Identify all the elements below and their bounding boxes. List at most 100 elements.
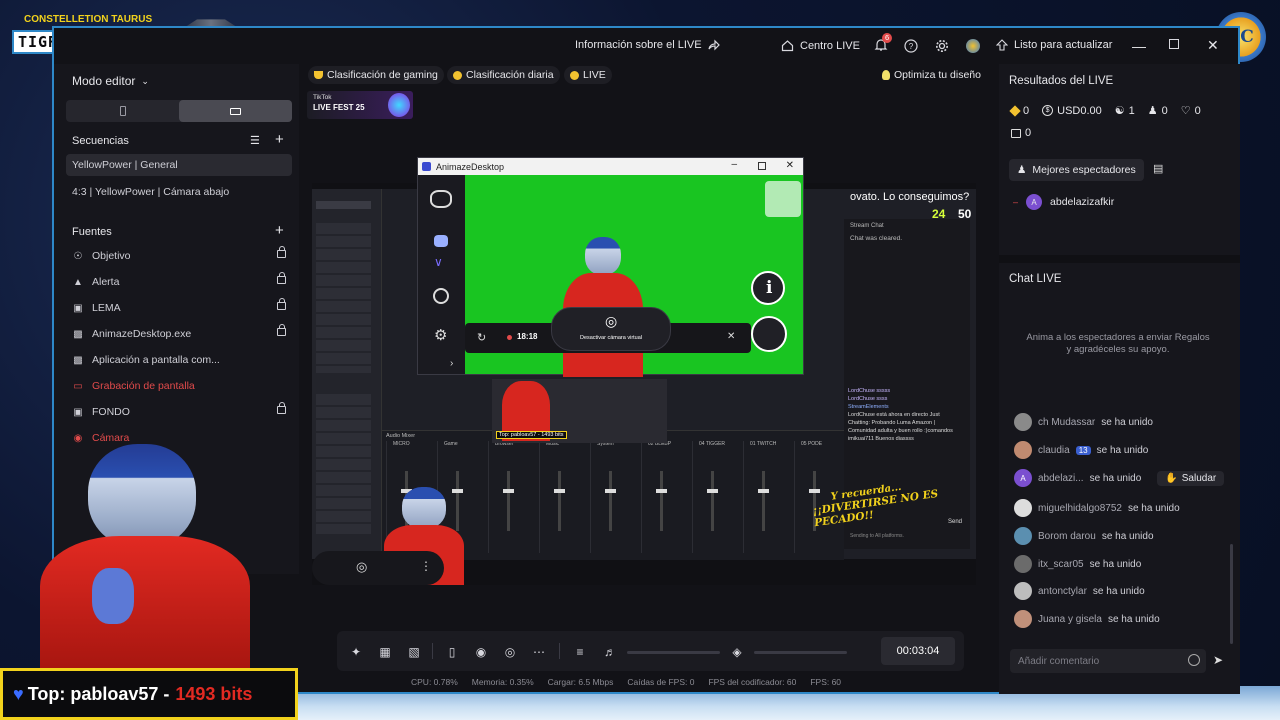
- lock-icon[interactable]: [277, 272, 286, 284]
- scene-item[interactable]: 4:3 | YellowPower | Cámara abajo: [66, 181, 292, 203]
- cat-mask-icon[interactable]: [434, 235, 448, 247]
- magic-wand-icon[interactable]: ✦: [349, 645, 363, 659]
- animaze-minimize-icon[interactable]: –: [731, 159, 737, 170]
- record-icon[interactable]: ◉: [474, 645, 488, 659]
- portrait-toggle[interactable]: [66, 100, 179, 122]
- source-item[interactable]: ▲ Alerta: [72, 272, 292, 292]
- mic-slider[interactable]: [754, 651, 847, 654]
- top-viewer-row[interactable]: – A abdelazizafkir: [1013, 194, 1114, 210]
- join-row[interactable]: Borom darou se ha unido: [1014, 526, 1154, 546]
- user-avatar: [1014, 582, 1032, 600]
- captured-chat-line: LordChuse ssss: [848, 396, 888, 402]
- chevron-right-icon[interactable]: ›: [450, 358, 453, 369]
- join-suffix: se ha unido: [1101, 530, 1154, 542]
- emoji-icon[interactable]: [1188, 654, 1200, 666]
- layout-icon[interactable]: ▧: [407, 645, 421, 659]
- join-username[interactable]: abdelazi...: [1038, 473, 1084, 484]
- profile-avatar[interactable]: [966, 39, 980, 53]
- avatar-mode-icon[interactable]: [751, 316, 787, 352]
- live-info-link[interactable]: Información sobre el LIVE: [575, 39, 720, 51]
- minimize-button[interactable]: —: [1132, 38, 1146, 54]
- lock-icon[interactable]: [277, 246, 286, 258]
- update-label: Listo para actualizar: [1014, 39, 1113, 51]
- join-suffix: se ha unido: [1107, 613, 1160, 625]
- add-source-icon[interactable]: +: [275, 222, 284, 239]
- sliders-icon[interactable]: ≡: [573, 645, 587, 659]
- animaze-maximize-icon[interactable]: [758, 162, 766, 170]
- settings-icon[interactable]: ⚙: [434, 326, 447, 344]
- mixer-fader-knob: [554, 489, 565, 493]
- list-icon[interactable]: ▤: [1153, 162, 1163, 175]
- join-row[interactable]: Juana y gisela se ha unido: [1014, 609, 1160, 629]
- speaker-icon[interactable]: ♬: [603, 645, 617, 659]
- join-row[interactable]: miguelhidalgo8752 se ha unido: [1014, 498, 1180, 518]
- scene-item[interactable]: YellowPower | General: [66, 154, 292, 176]
- join-row[interactable]: Aabdelazi... se ha unido ✋ Saludar: [1014, 468, 1225, 488]
- top-viewer-avatar: A: [1026, 194, 1043, 210]
- join-username[interactable]: claudia: [1038, 445, 1070, 456]
- captured-chat-line: LordChuse está ahora en directo Just Cha…: [848, 412, 953, 434]
- promo-event: LIVE FEST 25: [313, 103, 365, 112]
- greet-button[interactable]: ✋ Saludar: [1157, 470, 1225, 486]
- live-pill[interactable]: LIVE: [564, 66, 612, 84]
- lock-icon[interactable]: [277, 298, 286, 310]
- chat-scrollbar[interactable]: [1230, 544, 1233, 644]
- optimize-design-button[interactable]: Optimiza tu diseño: [876, 66, 987, 84]
- join-username[interactable]: itx_scar05: [1038, 559, 1084, 570]
- more-horizontal-icon[interactable]: ⋯: [532, 645, 546, 659]
- microphone-icon[interactable]: ◈: [730, 645, 744, 659]
- help-button[interactable]: ?: [904, 39, 918, 53]
- volume-slider[interactable]: [627, 651, 720, 654]
- notifications-button[interactable]: 6: [874, 33, 893, 52]
- mixer-fader-knob: [656, 489, 667, 493]
- dismiss-icon[interactable]: ✕: [727, 331, 735, 342]
- live-fest-banner[interactable]: TikTok LIVE FEST 25: [307, 91, 413, 119]
- join-username[interactable]: Borom darou: [1038, 531, 1096, 542]
- centro-live-button[interactable]: Centro LIVE: [781, 39, 860, 52]
- send-icon[interactable]: ➤: [1213, 653, 1223, 667]
- source-item[interactable]: ▣ FONDO: [72, 402, 292, 422]
- mode-editor-dropdown[interactable]: Modo editor ⌄: [72, 74, 149, 88]
- source-item[interactable]: ▩ Aplicación a pantalla com...: [72, 350, 292, 370]
- join-username[interactable]: Juana y gisela: [1038, 614, 1102, 625]
- close-button[interactable]: ✕: [1207, 37, 1219, 54]
- rotate-icon[interactable]: ↻: [477, 331, 486, 344]
- virtual-camera-button[interactable]: ◎ Desactivar cámara virtual: [551, 307, 671, 351]
- animaze-logo-icon[interactable]: [430, 190, 452, 208]
- join-row[interactable]: itx_scar05 se ha unido: [1014, 554, 1141, 574]
- source-item[interactable]: ▣ LEMA: [72, 298, 292, 318]
- mic-broadcast-icon: ◎: [356, 559, 368, 574]
- best-viewers-button[interactable]: ♟ Mejores espectadores: [1009, 159, 1144, 181]
- join-row[interactable]: claudia 13 se ha unido: [1014, 440, 1148, 460]
- source-item[interactable]: ▩ AnimazeDesktop.exe: [72, 324, 292, 344]
- lock-icon[interactable]: [277, 324, 286, 336]
- gaming-rank-pill[interactable]: Clasificación de gaming: [308, 66, 444, 84]
- join-row[interactable]: ch Mudassar se ha unido: [1014, 412, 1153, 432]
- settings-button[interactable]: [935, 39, 949, 53]
- target-icon[interactable]: ◎: [503, 645, 517, 659]
- sequences-header: Secuencias: [72, 135, 129, 147]
- join-username[interactable]: miguelhidalgo8752: [1038, 503, 1122, 514]
- animaze-close-icon[interactable]: ✕: [786, 160, 794, 171]
- update-status[interactable]: Listo para actualizar: [996, 39, 1112, 51]
- lock-icon[interactable]: [277, 402, 286, 414]
- chevrons-icon[interactable]: ∨: [434, 255, 443, 269]
- user-icon[interactable]: [433, 288, 449, 304]
- join-username[interactable]: antonctylar: [1038, 586, 1087, 597]
- source-item[interactable]: ☉ Objetivo: [72, 246, 292, 266]
- mixer-fader: [660, 471, 663, 531]
- animaze-desktop-window[interactable]: AnimazeDesktop – ✕ ∨ ⚙ › ↻ 18:18 ✕ ◎ Des…: [417, 157, 804, 377]
- comment-input[interactable]: Añadir comentario: [1010, 649, 1206, 673]
- landscape-toggle[interactable]: [179, 100, 292, 122]
- list-view-icon[interactable]: ☰: [250, 134, 260, 147]
- source-label: Alerta: [92, 276, 120, 288]
- phone-icon[interactable]: ▯: [445, 645, 459, 659]
- transform-icon[interactable]: ▦: [378, 645, 392, 659]
- join-row[interactable]: antonctylar se ha unido: [1014, 581, 1145, 601]
- join-username[interactable]: ch Mudassar: [1038, 417, 1095, 428]
- source-item[interactable]: ▭ Grabación de pantalla: [72, 376, 292, 396]
- info-icon[interactable]: i: [751, 271, 785, 305]
- daily-rank-pill[interactable]: Clasificación diaria: [447, 66, 560, 84]
- maximize-button[interactable]: [1169, 39, 1179, 49]
- add-scene-icon[interactable]: +: [275, 131, 284, 148]
